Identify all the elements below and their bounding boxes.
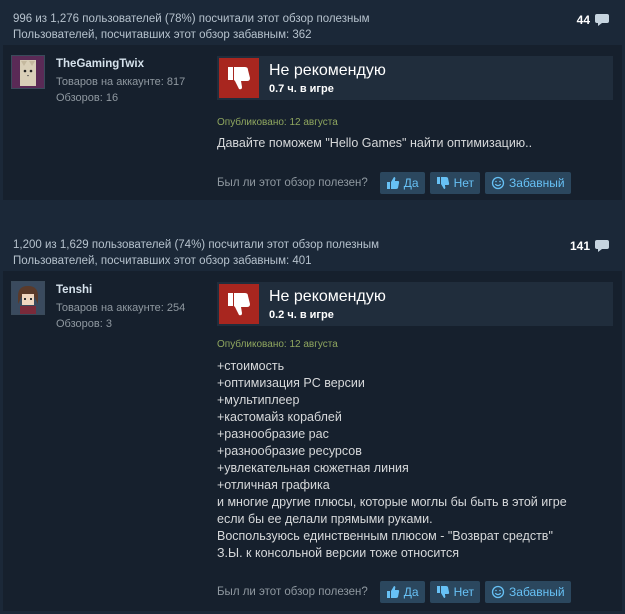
review-header: 996 из 1,276 пользователей (78%) посчита… <box>3 3 622 45</box>
thumbs-down-icon <box>436 586 449 598</box>
thumbs-up-icon <box>386 586 399 598</box>
helpful-summary: 1,200 из 1,629 пользователей (74%) посчи… <box>13 239 380 251</box>
smiley-icon <box>491 585 505 599</box>
thumbs-down-icon <box>219 284 259 324</box>
review-card: 996 из 1,276 пользователей (78%) посчита… <box>3 3 622 200</box>
funny-label: Забавный <box>509 585 565 599</box>
review-text: Давайте поможем "Hello Games" найти опти… <box>217 136 533 150</box>
products-count[interactable]: Товаров на аккаунте: 817 <box>56 76 185 88</box>
helpful-controls: Был ли этот обзор полезен? Да Нет Забавн… <box>217 172 576 194</box>
reviews-count[interactable]: Обзоров: 3 <box>56 318 112 330</box>
review-card: 1,200 из 1,629 пользователей (74%) посчи… <box>3 229 622 611</box>
vote-funny-button[interactable]: Забавный <box>485 581 571 603</box>
posted-date: Опубликовано: 12 августа <box>217 117 338 128</box>
comment-count: 44 <box>576 13 590 27</box>
reviews-count[interactable]: Обзоров: 16 <box>56 92 118 104</box>
no-label: Нет <box>453 585 475 599</box>
thumbs-down-icon <box>436 177 449 189</box>
no-label: Нет <box>453 176 475 190</box>
playtime: 0.7 ч. в игре <box>269 83 334 95</box>
vote-yes-button[interactable]: Да <box>379 581 425 603</box>
verdict-text: Не рекомендую <box>269 288 386 305</box>
thumbs-down-icon <box>219 58 259 98</box>
review-verdict[interactable]: Не рекомендую 0.2 ч. в игре <box>217 282 613 326</box>
products-count[interactable]: Товаров на аккаунте: 254 <box>56 302 185 314</box>
vote-funny-button[interactable]: Забавный <box>485 172 571 194</box>
helpful-summary: 996 из 1,276 пользователей (78%) посчита… <box>13 13 370 25</box>
review-verdict[interactable]: Не рекомендую 0.7 ч. в игре <box>217 56 613 100</box>
comments-link[interactable]: 44 <box>577 12 610 28</box>
review-header: 1,200 из 1,629 пользователей (74%) посчи… <box>3 229 622 271</box>
yes-label: Да <box>403 585 419 599</box>
posted-date: Опубликовано: 12 августа <box>217 339 338 350</box>
comment-bubble-icon <box>595 14 609 26</box>
funny-summary: Пользователей, посчитавших этот обзор за… <box>13 255 312 267</box>
vote-no-button[interactable]: Нет <box>429 581 481 603</box>
anime-avatar-icon[interactable] <box>11 281 45 315</box>
smiley-icon <box>491 176 505 190</box>
funny-label: Забавный <box>509 176 565 190</box>
thumbs-up-icon <box>386 177 399 189</box>
helpful-controls: Был ли этот обзор полезен? Да Нет Забавн… <box>217 581 576 603</box>
comment-bubble-icon <box>595 240 609 252</box>
review-text: +стоимость +оптимизация PC версии +мульт… <box>217 359 567 560</box>
vote-no-button[interactable]: Нет <box>429 172 481 194</box>
helpful-question: Был ли этот обзор полезен? <box>217 586 368 598</box>
author-name[interactable]: Tenshi <box>56 284 92 296</box>
cat-avatar-icon[interactable] <box>11 55 45 89</box>
playtime: 0.2 ч. в игре <box>269 309 334 321</box>
verdict-text: Не рекомендую <box>269 62 386 79</box>
helpful-question: Был ли этот обзор полезен? <box>217 177 368 189</box>
vote-yes-button[interactable]: Да <box>379 172 425 194</box>
comments-link[interactable]: 141 <box>570 238 610 254</box>
author-name[interactable]: TheGamingTwix <box>56 58 144 70</box>
funny-summary: Пользователей, посчитавших этот обзор за… <box>13 29 312 41</box>
yes-label: Да <box>403 176 419 190</box>
comment-count: 141 <box>569 239 590 253</box>
